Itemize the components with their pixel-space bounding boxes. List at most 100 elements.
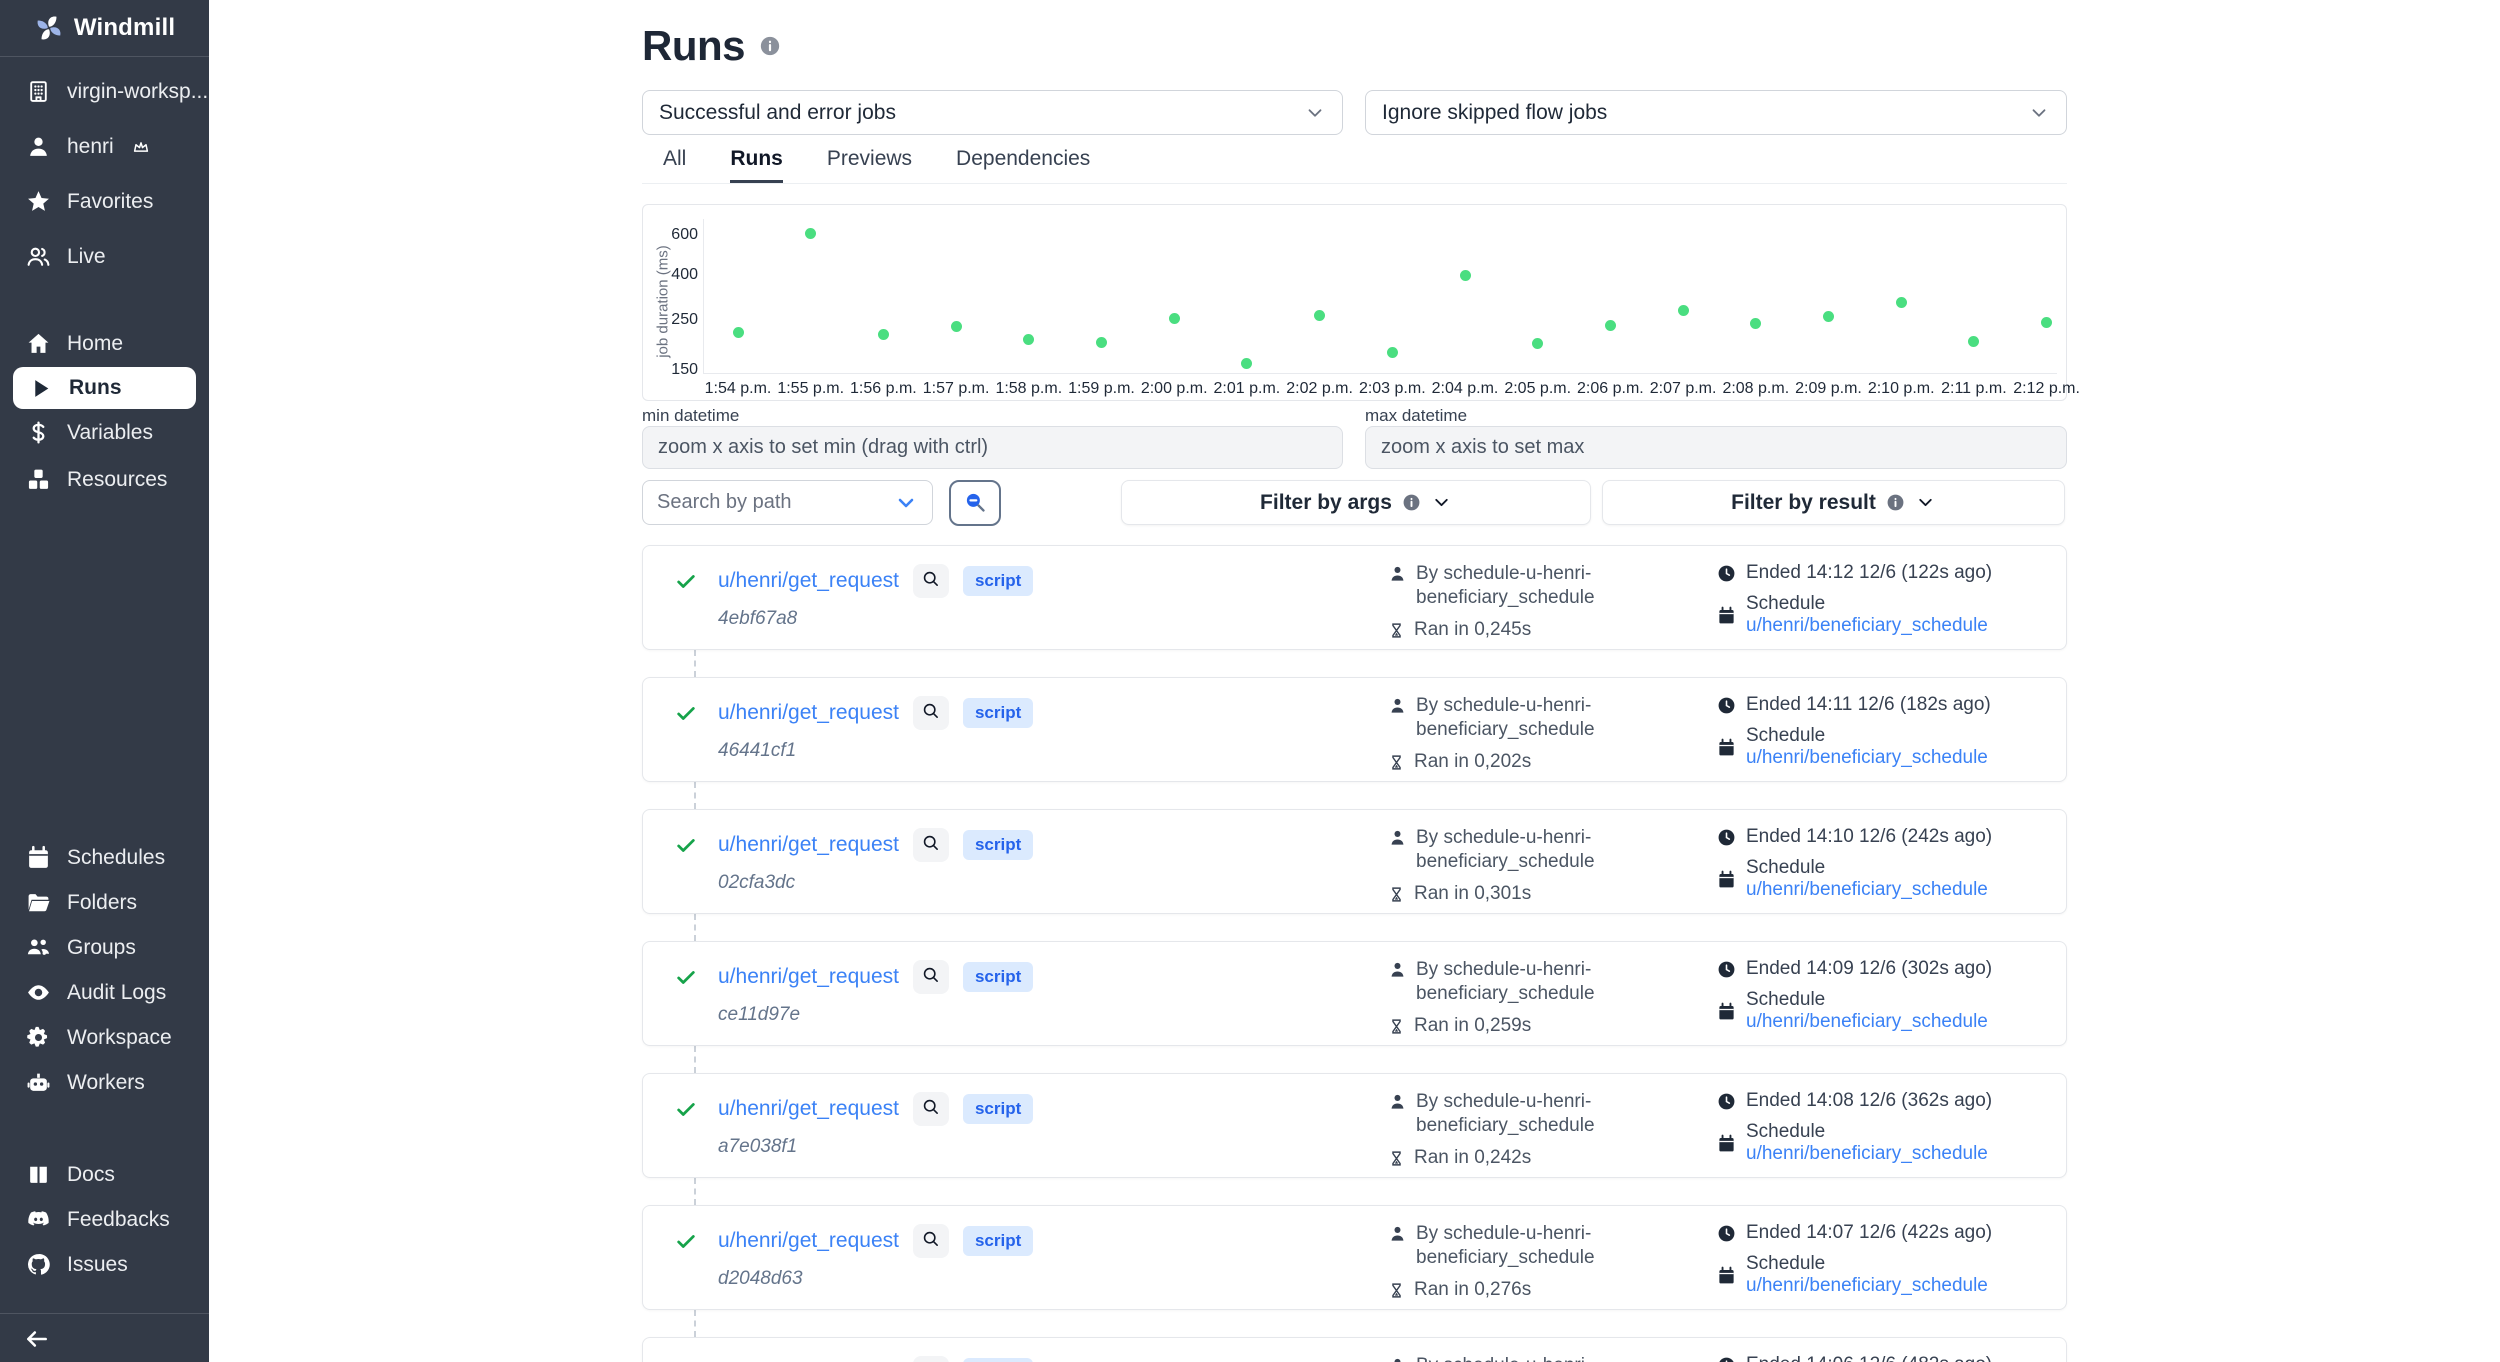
sidebar-item-docs[interactable]: Docs [0,1152,209,1197]
schedule-path-link[interactable]: u/henri/beneficiary_schedule [1746,1011,1988,1032]
info-icon [1886,493,1905,512]
chart-data-point[interactable] [1750,318,1761,329]
run-triggered-by: By schedule-u-henri-beneficiary_schedule [1416,958,1595,1006]
chart-data-point[interactable] [1823,311,1834,322]
info-icon[interactable] [759,35,781,57]
collapse-sidebar-button[interactable] [22,1326,52,1352]
sidebar-workspace-group: virgin-worksp...henriFavoritesLive [0,64,209,284]
run-path-link[interactable]: u/henri/get_request [718,1229,899,1253]
sidebar-item-audit-logs[interactable]: Audit Logs [0,970,209,1015]
sidebar-item-label: Folders [67,891,137,915]
sidebar-item-issues[interactable]: Issues [0,1242,209,1287]
runs-list: u/henri/get_request script 4ebf67a8 By s… [642,545,2067,1362]
groups-icon [26,935,51,960]
sidebar-item-workers[interactable]: Workers [0,1060,209,1105]
script-badge: script [963,698,1033,728]
filter-by-result-button[interactable]: Filter by result [1602,480,2065,525]
tab-dependencies[interactable]: Dependencies [956,147,1090,183]
chart-data-point[interactable] [1532,338,1543,349]
job-duration-chart[interactable]: job duration (ms) 1502504006001:54 p.m.1… [642,204,2067,401]
run-duration: Ran in 0,301s [1414,883,1531,905]
chart-data-point[interactable] [878,329,889,340]
run-path-link[interactable]: u/henri/get_request [718,833,899,857]
schedule-path-link[interactable]: u/henri/beneficiary_schedule [1746,747,1988,768]
chart-data-point[interactable] [1096,337,1107,348]
sidebar-item-schedules[interactable]: Schedules [0,835,209,880]
run-row[interactable]: u/henri/get_request script ce11d97e By s… [642,941,2067,1046]
sidebar-item-live[interactable]: Live [0,229,209,284]
run-path-link[interactable]: u/henri/get_request [718,701,899,725]
chart-data-point[interactable] [1241,358,1252,369]
chart-data-point[interactable] [1023,334,1034,345]
search-button[interactable] [949,480,1001,526]
chart-data-point[interactable] [1678,305,1689,316]
chart-data-point[interactable] [1460,270,1471,281]
chart-data-point[interactable] [1605,320,1616,331]
inspect-run-button[interactable] [913,1224,949,1258]
inspect-run-button[interactable] [913,1092,949,1126]
clock-icon [1717,1092,1736,1111]
sidebar-item-home[interactable]: Home [0,320,209,367]
run-triggered-by: By schedule-u-henri-beneficiary_schedule [1416,1222,1595,1270]
run-row[interactable]: u/henri/get_request script 46441cf1 By s… [642,677,2067,782]
run-row[interactable]: u/henri/get_request script a7e038f1 By s… [642,1073,2067,1178]
inspect-run-button[interactable] [913,696,949,730]
schedule-path-link[interactable]: u/henri/beneficiary_schedule [1746,879,1988,900]
min-datetime-label: min datetime [642,406,739,426]
max-datetime-label: max datetime [1365,406,1467,426]
max-datetime-input[interactable] [1365,426,2067,469]
run-row[interactable]: u/henri/get_request script 4ebf67a8 By s… [642,545,2067,650]
sidebar-item-groups[interactable]: Groups [0,925,209,970]
user-icon [1388,696,1407,715]
filter-by-result-label: Filter by result [1731,491,1876,515]
job-kind-select[interactable]: Successful and error jobs [642,90,1343,135]
schedule-path-link[interactable]: u/henri/beneficiary_schedule [1746,615,1988,636]
run-duration: Ran in 0,202s [1414,751,1531,773]
chart-data-point[interactable] [805,228,816,239]
clock-icon [1717,1224,1736,1243]
chart-data-point[interactable] [1896,297,1907,308]
sidebar-item-workspace[interactable]: Workspace [0,1015,209,1060]
tab-all[interactable]: All [663,147,686,183]
inspect-run-button[interactable] [913,564,949,598]
inspect-run-button[interactable] [913,960,949,994]
run-path-link[interactable]: u/henri/get_request [718,569,899,593]
run-hash: 46441cf1 [718,740,796,762]
app-logo[interactable]: Windmill [0,0,209,57]
run-path-link[interactable]: u/henri/get_request [718,1097,899,1121]
sidebar-item-virgin-worksp[interactable]: virgin-worksp... [0,64,209,119]
chart-data-point[interactable] [2041,317,2052,328]
sidebar-item-variables[interactable]: Variables [0,409,209,456]
sidebar-item-resources[interactable]: Resources [0,456,209,503]
sidebar-item-feedbacks[interactable]: Feedbacks [0,1197,209,1242]
sidebar-item-henri[interactable]: henri [0,119,209,174]
inspect-run-button[interactable] [913,828,949,862]
run-row[interactable]: u/henri/get_request script 02cfa3dc By s… [642,809,2067,914]
run-row[interactable]: u/henri/get_request script d2048d63 By s… [642,1205,2067,1310]
min-datetime-input[interactable] [642,426,1343,469]
sidebar-item-runs[interactable]: Runs [13,367,196,409]
chart-data-point[interactable] [1169,313,1180,324]
run-row[interactable]: u/henri/get_request script By schedule-u… [642,1337,2067,1362]
sidebar-item-label: Groups [67,936,136,960]
chart-data-point[interactable] [1968,336,1979,347]
schedule-path-link[interactable]: u/henri/beneficiary_schedule [1746,1143,1988,1164]
tab-previews[interactable]: Previews [827,147,912,183]
inspect-run-button[interactable] [913,1356,949,1362]
chart-data-point[interactable] [1314,310,1325,321]
chart-data-point[interactable] [733,327,744,338]
hourglass-icon [1388,1017,1405,1036]
folder-icon [26,890,51,915]
eye-icon [26,980,51,1005]
chart-data-point[interactable] [1387,347,1398,358]
sidebar-item-folders[interactable]: Folders [0,880,209,925]
run-path-link[interactable]: u/henri/get_request [718,965,899,989]
sidebar-item-favorites[interactable]: Favorites [0,174,209,229]
filter-by-args-button[interactable]: Filter by args [1121,480,1591,525]
tab-runs[interactable]: Runs [730,147,783,183]
chart-data-point[interactable] [951,321,962,332]
schedule-path-link[interactable]: u/henri/beneficiary_schedule [1746,1275,1988,1296]
search-by-path-select[interactable]: Search by path [642,480,933,525]
run-schedule: Schedule u/henri/beneficiary_schedule [1746,593,2057,637]
flow-filter-select[interactable]: Ignore skipped flow jobs [1365,90,2067,135]
